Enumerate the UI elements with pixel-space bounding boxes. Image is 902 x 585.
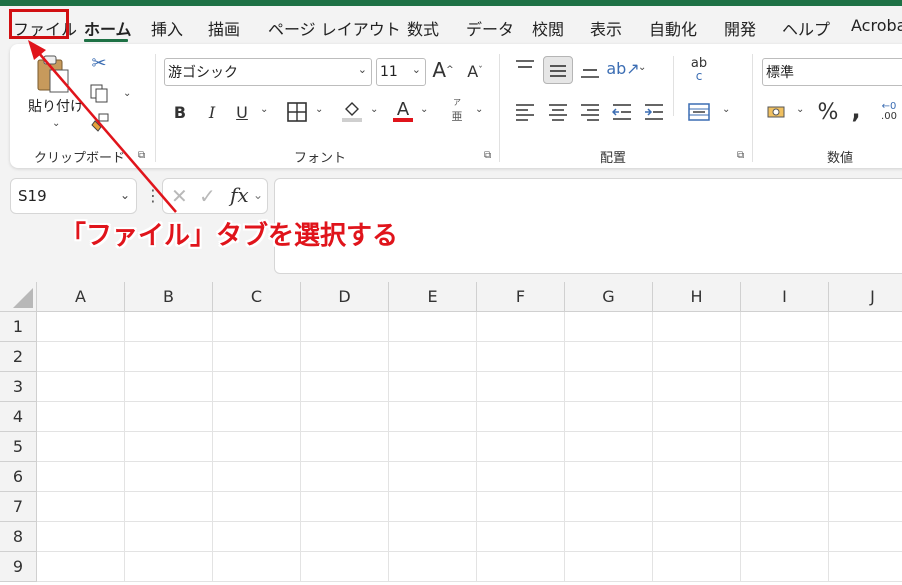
annotation-arrow bbox=[28, 40, 177, 213]
excel-window: ファイル ホーム 挿入 描画 ページ レイアウト 数式 データ 校閲 表示 自動… bbox=[0, 0, 902, 585]
